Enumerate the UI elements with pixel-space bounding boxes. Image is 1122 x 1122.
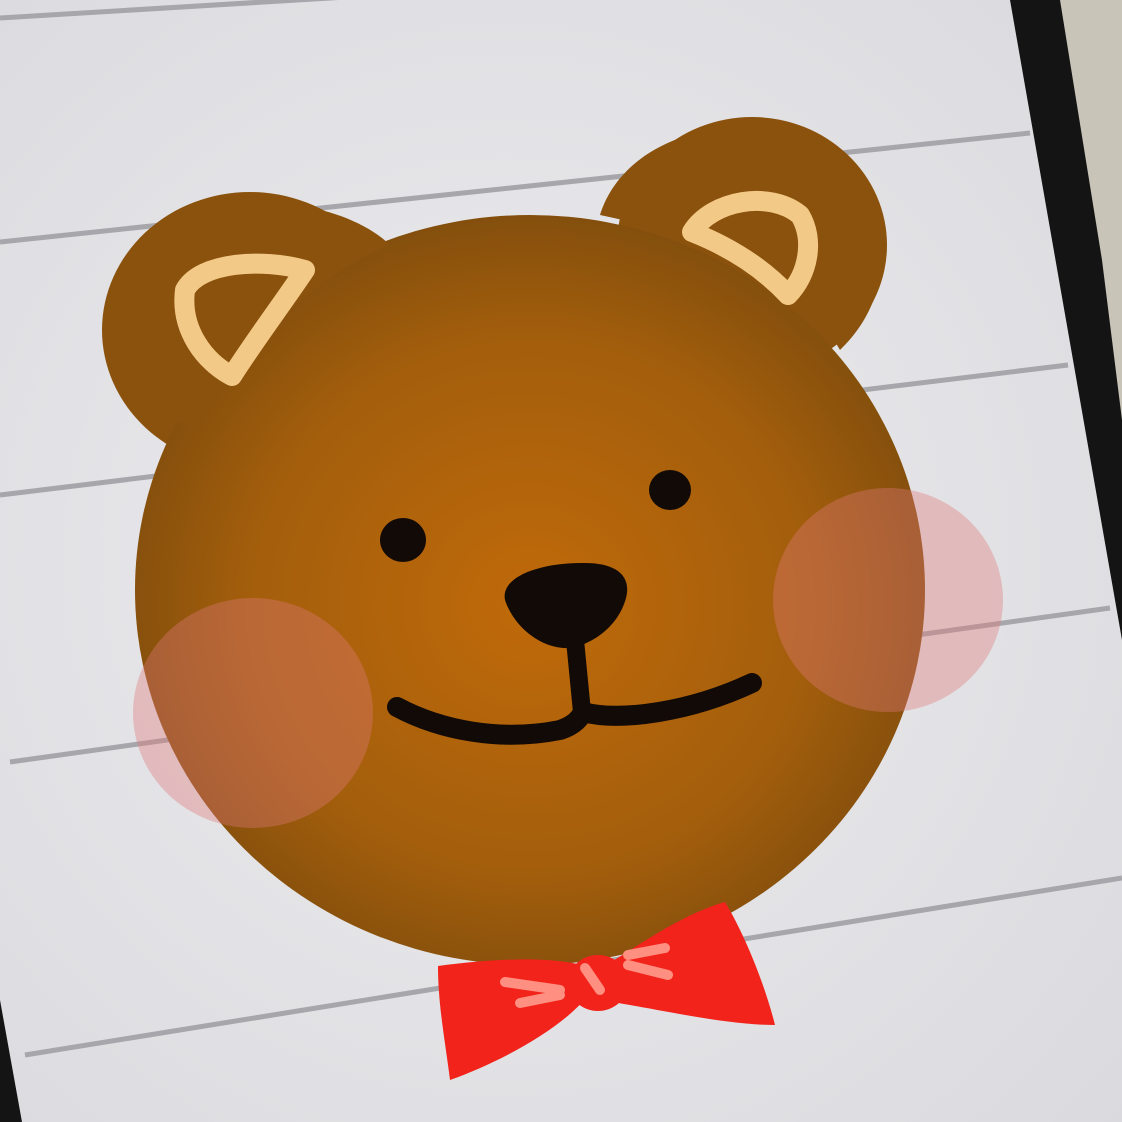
photo-frame (0, 0, 1122, 1122)
mouth-philtrum (566, 631, 591, 721)
right-eye (649, 470, 691, 510)
right-cheek-blush (773, 488, 1003, 712)
left-eye (380, 518, 426, 562)
drawing-scene (0, 0, 1122, 1122)
left-cheek-blush (133, 598, 373, 828)
